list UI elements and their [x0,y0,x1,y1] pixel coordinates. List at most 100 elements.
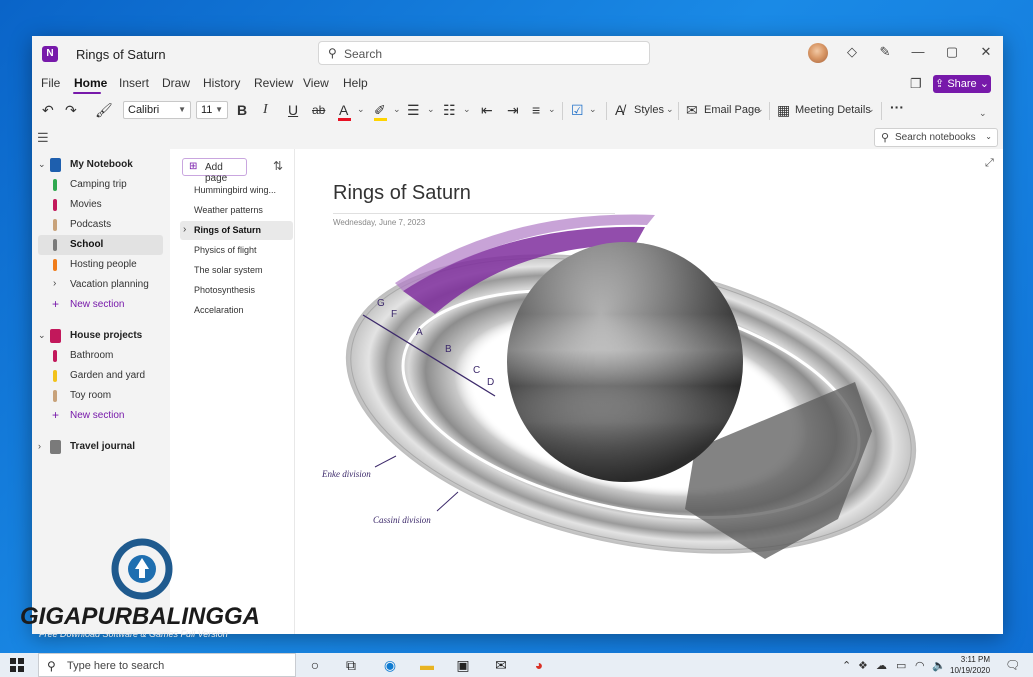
more-options-button[interactable]: ··· [890,99,904,115]
edge-icon[interactable]: ◉ [380,657,400,674]
add-page-button[interactable]: ⊞ Add page [182,158,247,184]
chevron-down-icon[interactable]: ⌄ [463,104,471,115]
wifi-icon[interactable]: ◠ [915,659,925,672]
notebook-view-icon[interactable]: ❐ [910,76,922,92]
file-explorer-icon[interactable]: ▬ [417,657,437,673]
page-item[interactable]: Hummingbird wing... [180,181,293,200]
share-button[interactable]: ⇪ Share ⌄ [933,75,991,93]
outdent-icon[interactable]: ⇤ [481,102,493,119]
new-section-button[interactable]: + New section [38,406,163,426]
store-icon[interactable]: ▣ [453,657,473,674]
font-color-button[interactable]: A [338,102,351,121]
menu-file[interactable]: File [41,76,60,90]
hamburger-icon[interactable]: ☰ [37,130,49,146]
onedrive-icon[interactable]: ☁ [876,659,887,672]
font-name-value: Calibri [128,104,160,116]
chevron-down-icon[interactable]: ⌄ [357,104,365,115]
chevron-down-icon[interactable]: ⌄ [867,104,875,115]
bold-button[interactable]: B [237,102,247,118]
menu-insert[interactable]: Insert [119,76,149,90]
dropbox-icon[interactable]: ❖ [858,659,868,672]
redo-icon[interactable]: ↷ [65,102,77,119]
notebook-my-notebook[interactable]: ⌄ My Notebook [32,155,170,175]
windows-start-icon[interactable] [10,658,24,672]
italic-button[interactable]: I [263,102,268,118]
search-notebooks-input[interactable]: ⚲ Search notebooks ⌄ [874,128,998,147]
page-item[interactable]: Weather patterns [180,201,293,220]
notification-icon[interactable]: 🗨 [1005,658,1020,672]
chevron-down-icon[interactable]: ⌄ [756,104,764,115]
todo-tag-icon[interactable]: ☑ [571,102,584,119]
search-input[interactable]: ⚲ Search [318,41,650,65]
section-school[interactable]: School [38,235,163,255]
section-bathroom[interactable]: Bathroom [38,346,163,366]
sort-icon[interactable]: ⇅ [273,159,283,173]
chrome-icon[interactable]: ◕ [529,657,549,673]
styles-button[interactable]: Styles [634,104,664,116]
taskbar-clock[interactable]: 3:11 PM 10/19/2020 [950,654,990,676]
align-icon[interactable]: ≡ [532,102,540,118]
menu-view[interactable]: View [303,76,329,90]
page-item[interactable]: Accelaration [180,301,293,320]
cortana-icon[interactable]: ○ [305,657,325,673]
chevron-down-icon[interactable]: ⌄ [589,104,597,115]
diamond-icon[interactable]: ◇ [842,44,862,60]
numbering-icon[interactable]: ☷ [443,102,456,119]
highlighter-icon[interactable]: ✐ [374,102,387,121]
menu-help[interactable]: Help [343,76,368,90]
font-size-select[interactable]: 11 ▼ [196,101,228,119]
ribbon-separator [562,102,563,120]
page-canvas[interactable]: ⤢ Rings of Saturn Wednesday, June 7, 202… [295,149,1003,634]
indent-icon[interactable]: ⇥ [507,102,519,119]
menu-review[interactable]: Review [254,76,293,90]
bullets-icon[interactable]: ☰ [407,102,420,119]
avatar[interactable] [808,43,828,63]
email-icon[interactable]: ✉ [686,102,698,119]
minimize-button[interactable]: — [908,44,928,59]
mail-icon[interactable]: ✉ [491,657,511,674]
pen-icon[interactable]: ✎ [875,44,895,60]
section-group-vacation-planning[interactable]: › Vacation planning [38,275,163,295]
ribbon-expand-icon[interactable]: ⌄ [979,108,987,119]
share-label: Share [947,78,977,90]
page-item[interactable]: The solar system [180,261,293,280]
meeting-details-button[interactable]: Meeting Details [795,104,871,116]
section-podcasts[interactable]: Podcasts [38,215,163,235]
styles-icon[interactable]: A̸ [615,102,624,118]
taskbar-search-input[interactable]: ⚲ Type here to search [38,653,296,677]
chevron-down-icon: ▼ [178,105,186,114]
close-button[interactable]: ✕ [976,44,996,60]
page-item[interactable]: Physics of flight [180,241,293,260]
menu-history[interactable]: History [203,76,240,90]
page-item[interactable]: Photosynthesis [180,281,293,300]
section-movies[interactable]: Movies [38,195,163,215]
notebook-house-projects[interactable]: ⌄ House projects [32,326,170,346]
chevron-down-icon[interactable]: ⌄ [393,104,401,115]
email-page-button[interactable]: Email Page [704,104,760,116]
strikethrough-button[interactable]: ab [312,103,325,117]
menu-draw[interactable]: Draw [162,76,190,90]
ribbon-separator [606,102,607,120]
chevron-down-icon[interactable]: ⌄ [427,104,435,115]
chevron-down-icon[interactable]: ⌄ [548,104,556,115]
section-camping-trip[interactable]: Camping trip [38,175,163,195]
chevron-down-icon[interactable]: ⌄ [666,104,674,115]
section-toy-room[interactable]: Toy room [38,386,163,406]
section-hosting-people[interactable]: Hosting people [38,255,163,275]
maximize-button[interactable]: ▢ [942,44,962,60]
task-view-icon[interactable]: ⧉ [341,657,361,674]
underline-button[interactable]: U [288,102,298,118]
undo-icon[interactable]: ↶ [42,102,54,119]
page-item-selected[interactable]: › Rings of Saturn [180,221,293,240]
volume-icon[interactable]: 🔈 [932,659,946,672]
battery-icon[interactable]: ▭ [896,659,906,672]
notebook-travel-journal[interactable]: › Travel journal [32,437,170,457]
tray-expand-icon[interactable]: ⌃ [842,659,851,672]
meeting-icon[interactable]: ▦ [777,102,790,119]
font-name-select[interactable]: Calibri ▼ [123,101,191,119]
format-painter-icon[interactable]: 🖌 [95,102,113,119]
menu-home[interactable]: Home [74,76,107,90]
new-section-button[interactable]: + New section [38,295,163,315]
section-label: Hosting people [70,259,137,270]
section-garden-and-yard[interactable]: Garden and yard [38,366,163,386]
